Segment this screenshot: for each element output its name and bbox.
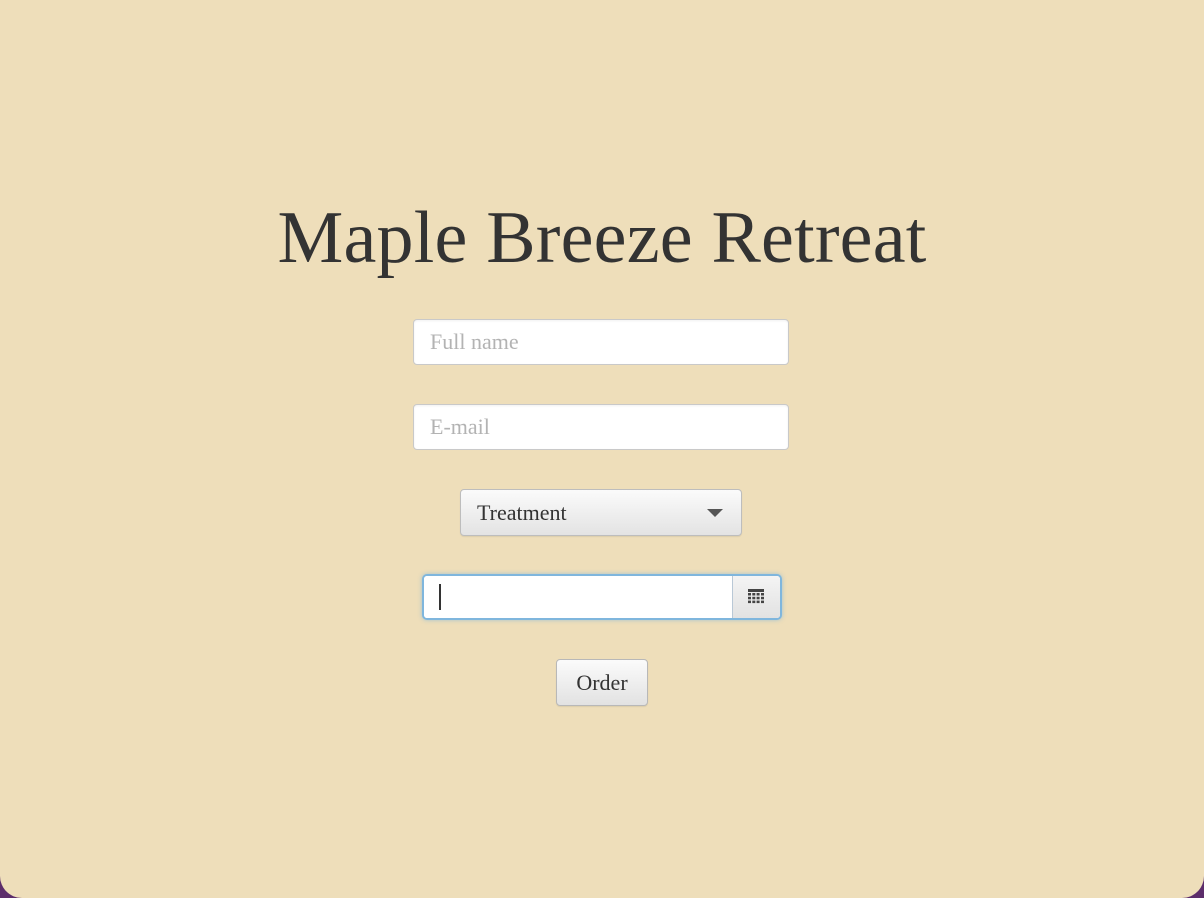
treatment-select[interactable]: Treatment <box>460 489 742 536</box>
date-picker <box>422 574 782 620</box>
order-button[interactable]: Order <box>556 659 648 706</box>
email-input[interactable] <box>413 404 789 450</box>
treatment-select-label: Treatment <box>477 500 567 525</box>
calendar-icon <box>748 589 764 604</box>
full-name-input[interactable] <box>413 319 789 365</box>
chevron-down-icon <box>707 509 723 517</box>
app-window: Maple Breeze Retreat Treatment <box>0 0 1204 898</box>
page-title: Maple Breeze Retreat <box>277 197 927 279</box>
date-input[interactable] <box>424 576 732 618</box>
calendar-button[interactable] <box>732 576 780 618</box>
text-cursor <box>439 584 441 610</box>
